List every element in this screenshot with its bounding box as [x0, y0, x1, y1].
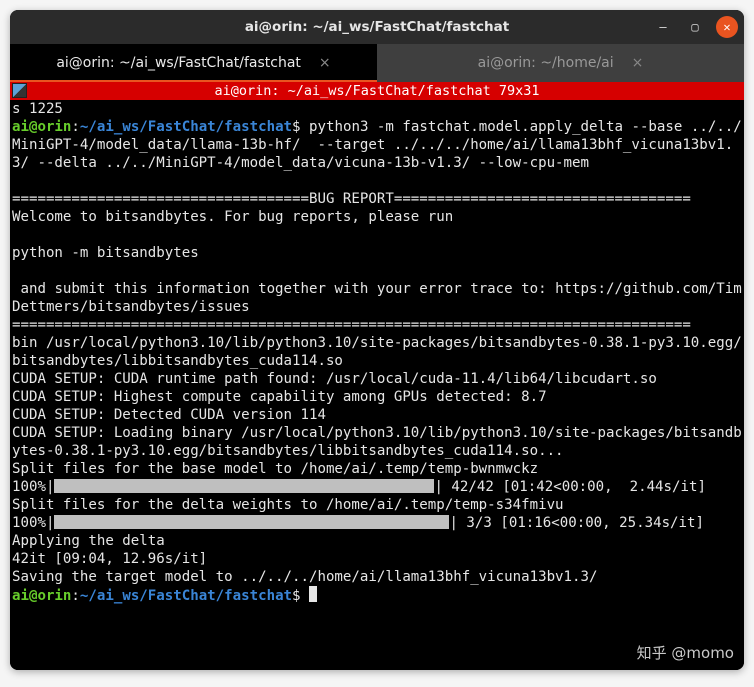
minimize-button[interactable]: —: [652, 16, 674, 38]
output-line: CUDA SETUP: Detected CUDA version 114: [12, 407, 326, 423]
output-line: Split files for the base model to /home/…: [12, 461, 538, 477]
prompt-sigil: $: [292, 119, 309, 135]
output-line: ===================================BUG R…: [12, 191, 691, 207]
progress-bar: [54, 479, 434, 493]
prompt-userhost: ai@orin: [12, 588, 71, 604]
prompt-colon: :: [71, 119, 80, 135]
system-icon: [12, 83, 27, 98]
output-line: python -m bitsandbytes: [12, 245, 199, 261]
output-line: Split files for the delta weights to /ho…: [12, 497, 564, 513]
terminal-window: ai@orin: ~/ai_ws/FastChat/fastchat — ▢ ✕…: [10, 10, 744, 670]
progress-suffix: | 3/3 [01:16<00:00, 25.34s/it]: [449, 515, 704, 531]
cursor: [309, 586, 317, 602]
output-line: s 1225: [12, 101, 63, 117]
tab-fastchat[interactable]: ai@orin: ~/ai_ws/FastChat/fastchat ×: [10, 44, 377, 82]
output-line: Saving the target model to ../../../home…: [12, 569, 597, 585]
prompt-path: ~/ai_ws/FastChat/fastchat: [80, 588, 292, 604]
progress-suffix: | 42/42 [01:42<00:00, 2.44s/it]: [434, 479, 706, 495]
strip-text: ai@orin: ~/ai_ws/FastChat/fastchat 79x31: [214, 83, 539, 99]
output-line: CUDA SETUP: CUDA runtime path found: /us…: [12, 371, 657, 387]
close-icon[interactable]: ×: [632, 55, 644, 71]
tab-bar: ai@orin: ~/ai_ws/FastChat/fastchat × ai@…: [10, 44, 744, 82]
output-line: and submit this information together wit…: [12, 281, 742, 315]
prompt-userhost: ai@orin: [12, 119, 71, 135]
close-icon[interactable]: ×: [319, 55, 331, 71]
progress-bar: [54, 515, 449, 529]
prompt-sigil: $: [292, 588, 309, 604]
terminal-output[interactable]: s 1225 ai@orin:~/ai_ws/FastChat/fastchat…: [10, 100, 744, 670]
tab-home[interactable]: ai@orin: ~/home/ai ×: [377, 44, 744, 82]
tab-label: ai@orin: ~/ai_ws/FastChat/fastchat: [56, 55, 301, 71]
prompt-path: ~/ai_ws/FastChat/fastchat: [80, 119, 292, 135]
output-line: bin /usr/local/python3.10/lib/python3.10…: [12, 335, 742, 369]
output-line: Welcome to bitsandbytes. For bug reports…: [12, 209, 453, 225]
output-line: 42it [09:04, 12.96s/it]: [12, 551, 207, 567]
progress-prefix: 100%|: [12, 479, 54, 495]
close-button[interactable]: ✕: [716, 16, 738, 38]
output-line: CUDA SETUP: Loading binary /usr/local/py…: [12, 425, 742, 459]
output-line: ========================================…: [12, 317, 691, 333]
progress-prefix: 100%|: [12, 515, 54, 531]
tab-label: ai@orin: ~/home/ai: [478, 55, 614, 71]
prompt-colon: :: [71, 588, 80, 604]
window-title: ai@orin: ~/ai_ws/FastChat/fastchat: [245, 19, 509, 35]
maximize-button[interactable]: ▢: [684, 16, 706, 38]
window-controls: — ▢ ✕: [652, 16, 738, 38]
titlebar: ai@orin: ~/ai_ws/FastChat/fastchat — ▢ ✕: [10, 10, 744, 44]
output-line: CUDA SETUP: Highest compute capability a…: [12, 389, 547, 405]
output-line: Applying the delta: [12, 533, 165, 549]
terminal-header-strip: ai@orin: ~/ai_ws/FastChat/fastchat 79x31: [10, 82, 744, 100]
watermark: 知乎 @momo: [637, 644, 734, 662]
